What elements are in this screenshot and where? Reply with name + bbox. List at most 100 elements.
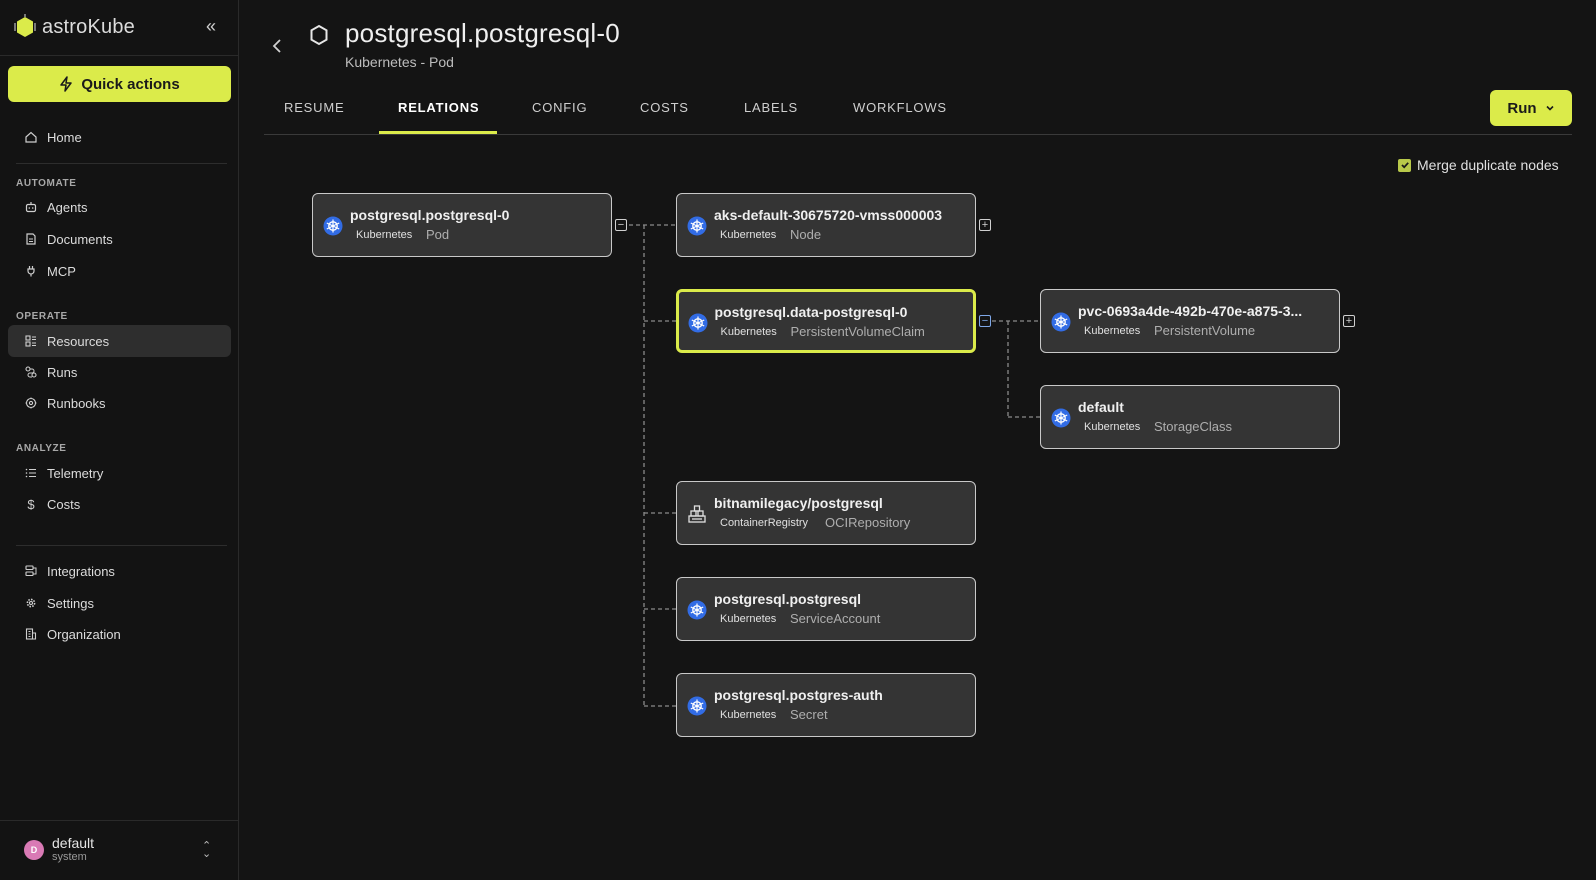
node-provider: Kubernetes <box>1084 325 1141 337</box>
avatar: D <box>24 839 44 860</box>
node-aks-node[interactable]: aks-default-30675720-vmss000003 Kubernet… <box>676 193 976 257</box>
chevron-up-down-icon[interactable]: ⌃ ⌄ <box>202 841 211 860</box>
tab-labels[interactable]: LABELS <box>744 100 798 115</box>
sidebar-item-organization[interactable]: Organization <box>8 618 231 650</box>
node-provider: Kubernetes <box>720 613 777 625</box>
node-oci-repository[interactable]: bitnamilegacy/postgresql ContainerRegist… <box>676 481 976 545</box>
sidebar-item-label: MCP <box>47 263 76 279</box>
node-kind: ServiceAccount <box>790 611 881 626</box>
node-persistent-volume[interactable]: pvc-0693a4de-492b-470e-a875-3... Kuberne… <box>1040 289 1340 353</box>
node-service-account[interactable]: postgresql.postgresql Kubernetes Service… <box>676 577 976 641</box>
sidebar-item-documents[interactable]: Documents <box>8 223 231 255</box>
quick-actions-button[interactable]: Quick actions <box>8 66 231 102</box>
back-button[interactable] <box>272 38 282 59</box>
node-pod[interactable]: postgresql.postgresql-0 Kubernetes Pod <box>312 193 612 257</box>
kubernetes-icon <box>687 696 707 716</box>
logo[interactable]: astroKube <box>14 14 135 40</box>
node-kind: Secret <box>790 707 828 722</box>
user-switcher[interactable]: D default system <box>24 835 94 864</box>
tab-resume[interactable]: RESUME <box>284 100 344 115</box>
node-pvc[interactable]: postgresql.data-postgresql-0 Kubernetes … <box>676 289 976 353</box>
tab-costs[interactable]: COSTS <box>640 100 689 115</box>
sidebar-item-home[interactable]: Home <box>8 121 231 153</box>
node-name: postgresql.postgresql <box>714 591 862 607</box>
sidebar-item-label: Resources <box>47 333 110 349</box>
node-secret[interactable]: postgresql.postgres-auth Kubernetes Secr… <box>676 673 976 737</box>
sidebar-item-label: Documents <box>47 231 113 247</box>
node-kind: Node <box>790 227 822 242</box>
page-title: postgresql.postgresql-0 <box>345 18 620 48</box>
collapse-node-button[interactable]: − <box>979 315 991 327</box>
expand-node-button[interactable]: + <box>979 219 991 231</box>
run-button[interactable]: Run <box>1490 90 1572 126</box>
sidebar-item-runbooks[interactable]: Runbooks <box>8 387 231 419</box>
kubernetes-icon <box>688 313 707 332</box>
node-kind: PersistentVolumeClaim <box>790 323 925 339</box>
tab-config[interactable]: CONFIG <box>532 100 587 115</box>
tab-relations[interactable]: RELATIONS <box>398 100 479 115</box>
kubernetes-icon <box>1051 312 1071 332</box>
sidebar-item-telemetry[interactable]: Telemetry <box>8 457 231 489</box>
sidebar-item-resources[interactable]: Resources <box>8 325 231 357</box>
plug-icon <box>27 266 35 277</box>
building-icon <box>25 628 37 640</box>
sidebar-item-label: Telemetry <box>47 465 104 481</box>
section-label-operate: OPERATE <box>16 311 68 322</box>
list-icon <box>25 468 36 478</box>
sidebar-item-label: Costs <box>47 496 81 512</box>
divider <box>0 55 238 56</box>
node-name: postgresql.postgres-auth <box>714 687 883 703</box>
gear-icon <box>26 598 36 608</box>
sidebar-item-runs[interactable]: Runs <box>8 356 231 388</box>
sidebar-item-label: Runs <box>47 364 78 380</box>
divider <box>0 820 238 821</box>
sidebar-item-settings[interactable]: Settings <box>8 587 231 619</box>
container-registry-icon <box>688 505 706 523</box>
node-provider: Kubernetes <box>1084 421 1141 433</box>
hexagon-icon <box>310 24 328 46</box>
tab-workflows[interactable]: WORKFLOWS <box>853 100 947 115</box>
sidebar-item-label: Integrations <box>47 563 115 579</box>
logo-text: astroKube <box>42 15 135 38</box>
node-name: aks-default-30675720-vmss000003 <box>714 207 943 223</box>
kubernetes-icon <box>1051 408 1071 428</box>
node-name: postgresql.data-postgresql-0 <box>714 303 908 320</box>
sidebar-item-costs[interactable]: $ Costs <box>8 488 231 520</box>
checkbox[interactable] <box>1398 158 1411 172</box>
merge-duplicate-nodes-toggle[interactable]: Merge duplicate nodes <box>1398 157 1559 173</box>
node-kind: Pod <box>426 227 450 242</box>
sidebar-item-integrations[interactable]: Integrations <box>8 555 231 587</box>
collapse-sidebar-icon[interactable]: « <box>206 17 222 35</box>
node-kind: StorageClass <box>1154 419 1233 434</box>
sidebar-item-label: Runbooks <box>47 395 106 411</box>
collapse-node-button[interactable]: − <box>615 219 627 231</box>
sidebar-item-agents[interactable]: Agents <box>8 191 231 223</box>
node-provider: Kubernetes <box>356 229 413 241</box>
node-provider: ContainerRegistry <box>720 517 809 529</box>
astrokube-logo-icon <box>14 14 36 37</box>
sidebar-item-mcp[interactable]: MCP <box>8 255 231 287</box>
sidebar: astroKube « Quick actions Home AUTOMATE … <box>0 0 239 880</box>
node-kind: PersistentVolume <box>1154 323 1256 338</box>
sidebar-item-label: Settings <box>47 595 94 611</box>
section-label-automate: AUTOMATE <box>16 178 77 189</box>
kubernetes-icon <box>323 216 343 236</box>
node-provider: Kubernetes <box>720 709 777 721</box>
node-provider: Kubernetes <box>720 325 777 338</box>
runbooks-icon <box>25 397 37 409</box>
node-storage-class[interactable]: default Kubernetes StorageClass <box>1040 385 1340 449</box>
node-name: pvc-0693a4de-492b-470e-a875-3... <box>1078 303 1303 319</box>
divider <box>16 545 227 546</box>
home-icon <box>25 131 37 143</box>
check-icon <box>1400 162 1409 169</box>
divider <box>16 163 227 164</box>
chevron-left-icon <box>272 39 281 53</box>
page-subtitle: Kubernetes - Pod <box>345 54 454 70</box>
node-provider: Kubernetes <box>720 229 777 241</box>
node-name: bitnamilegacy/postgresql <box>714 495 883 511</box>
expand-node-button[interactable]: + <box>1343 315 1355 327</box>
tab-bar: RESUME RELATIONS CONFIG COSTS LABELS WOR… <box>264 96 1572 135</box>
node-name: postgresql.postgresql-0 <box>350 207 510 223</box>
integrations-icon <box>25 565 37 577</box>
sidebar-item-label: Organization <box>47 626 121 642</box>
